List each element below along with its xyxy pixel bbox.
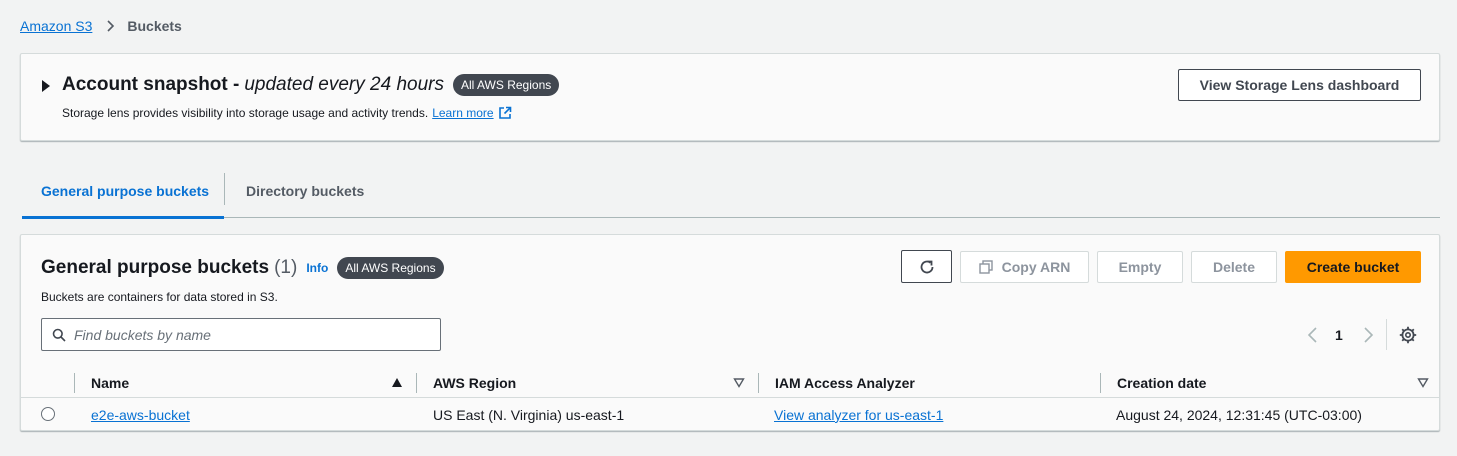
column-header-creation-date[interactable]: Creation date	[1117, 367, 1206, 398]
info-link[interactable]: Info	[306, 261, 328, 275]
snapshot-description: Storage lens provides visibility into st…	[62, 106, 512, 120]
chevron-left-icon[interactable]	[1306, 326, 1320, 344]
search-icon	[52, 328, 66, 342]
bucket-tabs: General purpose buckets Directory bucket…	[22, 165, 1440, 219]
column-divider	[758, 373, 759, 393]
snapshot-title[interactable]: Account snapshot - updated every 24 hour…	[62, 74, 560, 96]
bucket-count: (1)	[274, 257, 298, 278]
page-number[interactable]: 1	[1335, 327, 1343, 343]
column-header-name[interactable]: Name	[91, 367, 129, 398]
column-divider	[416, 373, 417, 393]
account-snapshot-panel: Account snapshot - updated every 24 hour…	[20, 53, 1440, 141]
tab-general-purpose-buckets[interactable]: General purpose buckets	[22, 165, 224, 219]
tab-directory-buckets[interactable]: Directory buckets	[246, 165, 364, 217]
bucket-creation-date: August 24, 2024, 12:31:45 (UTC-03:00)	[1116, 406, 1362, 423]
bucket-name-link[interactable]: e2e-aws-bucket	[91, 407, 190, 423]
delete-button[interactable]: Delete	[1191, 251, 1277, 283]
pagination-divider	[1386, 319, 1387, 350]
column-header-analyzer: IAM Access Analyzer	[775, 374, 915, 391]
refresh-icon	[920, 260, 933, 273]
panel-title: General purpose buckets	[41, 257, 270, 278]
buckets-panel: General purpose buckets (1) Info All AWS…	[20, 234, 1440, 431]
expand-caret-icon[interactable]	[41, 79, 51, 92]
snapshot-title-text: Account snapshot -	[62, 74, 240, 95]
bucket-region: US East (N. Virginia) us-east-1	[433, 406, 625, 423]
sort-unsorted-icon[interactable]	[1417, 377, 1429, 388]
chevron-right-icon	[103, 19, 117, 33]
sort-unsorted-icon[interactable]	[733, 377, 745, 388]
refresh-button[interactable]	[901, 250, 952, 283]
table-row[interactable]: e2e-aws-bucket US East (N. Virginia) us-…	[21, 399, 1439, 430]
external-link-icon[interactable]	[498, 106, 512, 120]
create-bucket-button[interactable]: Create bucket	[1285, 251, 1421, 283]
search-input[interactable]	[74, 326, 414, 343]
row-select-radio[interactable]	[41, 407, 55, 421]
chevron-right-icon[interactable]	[1361, 326, 1375, 344]
panel-header: General purpose buckets (1) Info All AWS…	[41, 257, 444, 279]
snapshot-subtitle: updated every 24 hours	[244, 74, 444, 95]
view-analyzer-link[interactable]: View analyzer for us-east-1	[774, 407, 943, 423]
pagination: 1	[1301, 319, 1417, 350]
gear-icon[interactable]	[1399, 326, 1417, 344]
breadcrumb-amazon-s3[interactable]: Amazon S3	[20, 18, 92, 34]
panel-description: Buckets are containers for data stored i…	[41, 290, 278, 304]
learn-more-link[interactable]: Learn more	[432, 106, 493, 120]
region-badge: All AWS Regions	[337, 257, 444, 279]
column-divider	[1100, 373, 1101, 393]
breadcrumb-current: Buckets	[127, 18, 182, 34]
sort-ascending-icon[interactable]	[391, 377, 403, 388]
breadcrumb: Amazon S3 Buckets	[20, 17, 182, 35]
copy-icon	[978, 260, 993, 274]
empty-button[interactable]: Empty	[1097, 251, 1183, 283]
region-badge: All AWS Regions	[452, 74, 560, 96]
view-storage-lens-button[interactable]: View Storage Lens dashboard	[1178, 69, 1421, 101]
search-field[interactable]	[41, 318, 441, 351]
snapshot-description-text: Storage lens provides visibility into st…	[62, 106, 429, 120]
column-divider	[74, 373, 75, 393]
column-header-region[interactable]: AWS Region	[433, 367, 516, 398]
copy-arn-button[interactable]: Copy ARN	[960, 251, 1089, 283]
copy-arn-label: Copy ARN	[1001, 259, 1071, 275]
table-header: Name AWS Region IAM Access Analyzer Crea…	[21, 367, 1439, 398]
tab-divider	[224, 173, 225, 205]
